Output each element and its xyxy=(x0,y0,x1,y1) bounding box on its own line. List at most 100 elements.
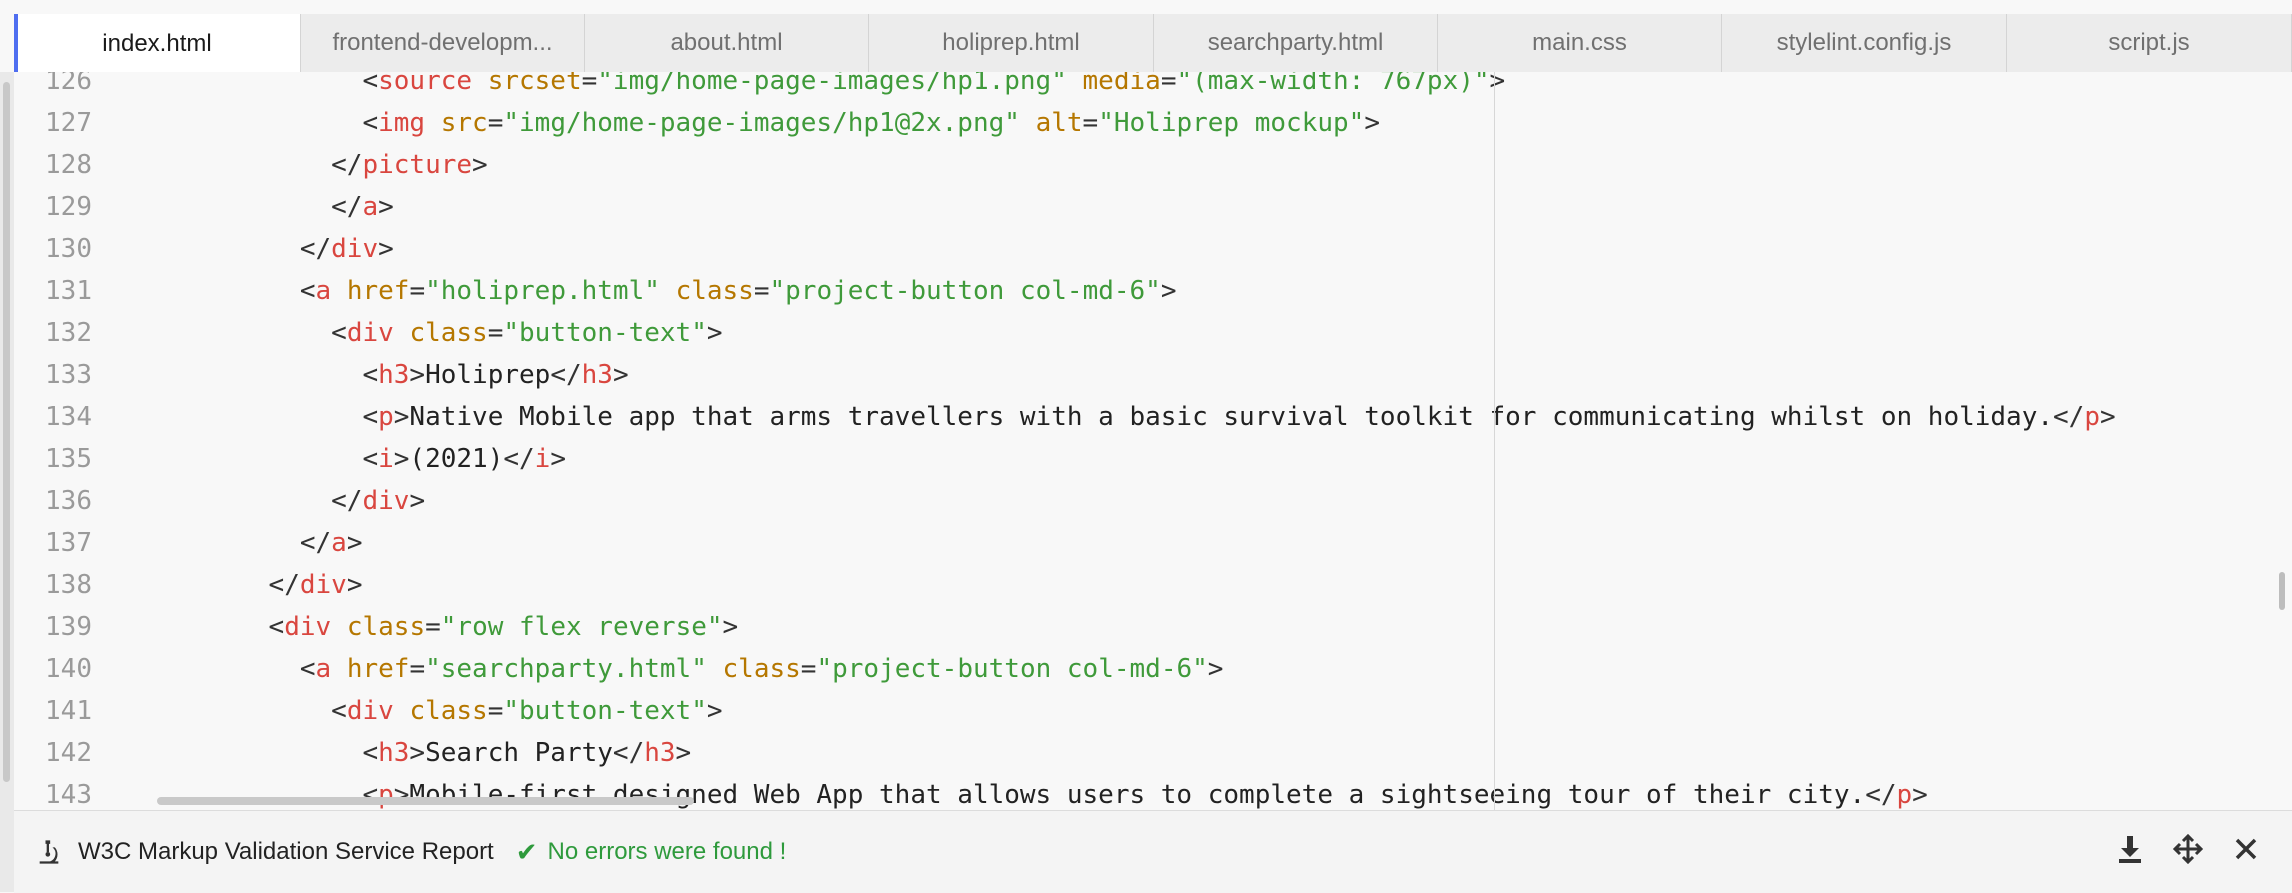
code-line[interactable]: <h3>Search Party</h3> xyxy=(112,732,2116,774)
code-token: > xyxy=(393,444,410,474)
code-editor[interactable]: 126 127 128 129 130 131 132 133 134 135 136 137 138 1… xyxy=(14,72,2292,810)
line-number: 135 xyxy=(45,444,92,474)
code-token: a xyxy=(315,276,332,306)
code-line[interactable]: </div> xyxy=(112,564,2116,606)
close-icon[interactable] xyxy=(2230,833,2262,865)
code-token: = xyxy=(409,654,426,684)
code-token: </ xyxy=(612,738,645,768)
code-token: < xyxy=(362,72,379,96)
code-token: < xyxy=(331,318,347,348)
code-token: < xyxy=(362,108,379,138)
code-token: < xyxy=(268,612,285,642)
download-icon[interactable] xyxy=(2114,833,2146,865)
tab-label: holiprep.html xyxy=(942,29,1080,56)
code-token: Search Party xyxy=(425,738,613,768)
checkmark-icon: ✔ xyxy=(515,836,538,867)
code-line[interactable]: </div> xyxy=(112,228,2116,270)
code-token: > xyxy=(409,486,426,516)
validation-message: No errors were found ! xyxy=(547,838,787,865)
code-token: < xyxy=(331,696,347,726)
microscope-icon xyxy=(34,837,64,867)
code-token: "row flex reverse" xyxy=(440,612,723,642)
line-number: 128 xyxy=(45,150,92,180)
code-line[interactable]: </picture> xyxy=(112,144,2116,186)
code-token: "project-button col-md-6" xyxy=(816,654,1208,684)
code-area[interactable]: <source srcset="img/home-page-images/hp1… xyxy=(112,72,2116,810)
code-token: class xyxy=(722,654,801,684)
tab-stylelint-config-js[interactable]: stylelint.config.js xyxy=(1722,14,2007,72)
code-line[interactable]: </a> xyxy=(112,186,2116,228)
code-line[interactable]: <div class="button-text"> xyxy=(112,690,2116,732)
code-token: > xyxy=(1160,276,1177,306)
code-line[interactable]: <a href="holiprep.html" class="project-b… xyxy=(112,270,2116,312)
left-scrollbar-thumb[interactable] xyxy=(3,82,10,782)
line-number: 143 xyxy=(45,780,92,810)
tab-about-html[interactable]: about.html xyxy=(585,14,869,72)
code-token: "button-text" xyxy=(503,696,707,726)
code-token: > xyxy=(393,780,410,810)
tab-frontend-development[interactable]: frontend-developm... xyxy=(301,14,585,72)
tab-main-css[interactable]: main.css xyxy=(1438,14,1722,72)
code-token: > xyxy=(706,318,723,348)
code-token: a xyxy=(315,654,332,684)
code-token: > xyxy=(2100,402,2116,432)
code-token: div xyxy=(331,234,379,264)
code-token: = xyxy=(581,72,598,96)
horizontal-scrollbar-thumb[interactable] xyxy=(157,797,694,805)
code-token: class xyxy=(409,318,488,348)
code-token: img xyxy=(378,108,426,138)
tab-index-html[interactable]: index.html xyxy=(14,14,301,73)
line-number: 134 xyxy=(45,402,92,432)
tab-label: index.html xyxy=(102,29,212,57)
code-token: < xyxy=(362,402,379,432)
code-token: media xyxy=(1082,72,1161,96)
tab-script-js[interactable]: script.js xyxy=(2007,14,2292,72)
code-line[interactable]: </div> xyxy=(112,480,2116,522)
code-line[interactable]: <source srcset="img/home-page-images/hp1… xyxy=(112,72,2116,102)
code-token: > xyxy=(675,738,692,768)
code-token: = xyxy=(487,318,504,348)
code-token: h3 xyxy=(581,360,613,390)
move-icon[interactable] xyxy=(2172,833,2204,865)
code-line[interactable]: <div class="row flex reverse"> xyxy=(112,606,2116,648)
code-token: > xyxy=(346,570,363,600)
code-token: "button-text" xyxy=(503,318,707,348)
code-line[interactable]: <i>(2021)</i> xyxy=(112,438,2116,480)
code-token: > xyxy=(409,738,426,768)
code-token: </ xyxy=(331,192,363,222)
tab-searchparty-html[interactable]: searchparty.html xyxy=(1154,14,1438,72)
code-line[interactable]: <div class="button-text"> xyxy=(112,312,2116,354)
code-token: > xyxy=(378,192,394,222)
code-token: > xyxy=(409,360,426,390)
line-number: 141 xyxy=(45,696,92,726)
code-token: srcset xyxy=(487,72,582,96)
vertical-scrollbar-thumb[interactable] xyxy=(2279,572,2285,610)
code-token: </ xyxy=(331,486,363,516)
line-number: 137 xyxy=(45,528,92,558)
code-token: < xyxy=(362,738,379,768)
code-line[interactable]: </a> xyxy=(112,522,2116,564)
code-line[interactable]: <a href="searchparty.html" class="projec… xyxy=(112,648,2116,690)
tab-label: frontend-developm... xyxy=(332,29,553,56)
code-token: = xyxy=(425,612,441,642)
code-line[interactable]: <h3>Holiprep</h3> xyxy=(112,354,2116,396)
code-token: h3 xyxy=(378,738,410,768)
left-scrollbar[interactable] xyxy=(0,72,15,892)
line-number: 126 xyxy=(45,72,92,96)
code-token: a xyxy=(362,192,379,222)
code-token: </ xyxy=(268,570,300,600)
line-number-gutter: 126 127 128 129 130 131 132 133 134 135 136 137 138 1… xyxy=(14,72,92,810)
line-number: 136 xyxy=(45,486,92,516)
tab-holiprep-html[interactable]: holiprep.html xyxy=(869,14,1154,72)
code-token: < xyxy=(299,654,316,684)
code-line[interactable]: <img src="img/home-page-images/hp1@2x.pn… xyxy=(112,102,2116,144)
code-line[interactable]: <p>Native Mobile app that arms traveller… xyxy=(112,396,2116,438)
code-token: div xyxy=(346,696,394,726)
code-token: div xyxy=(346,318,394,348)
code-token: > xyxy=(722,612,739,642)
